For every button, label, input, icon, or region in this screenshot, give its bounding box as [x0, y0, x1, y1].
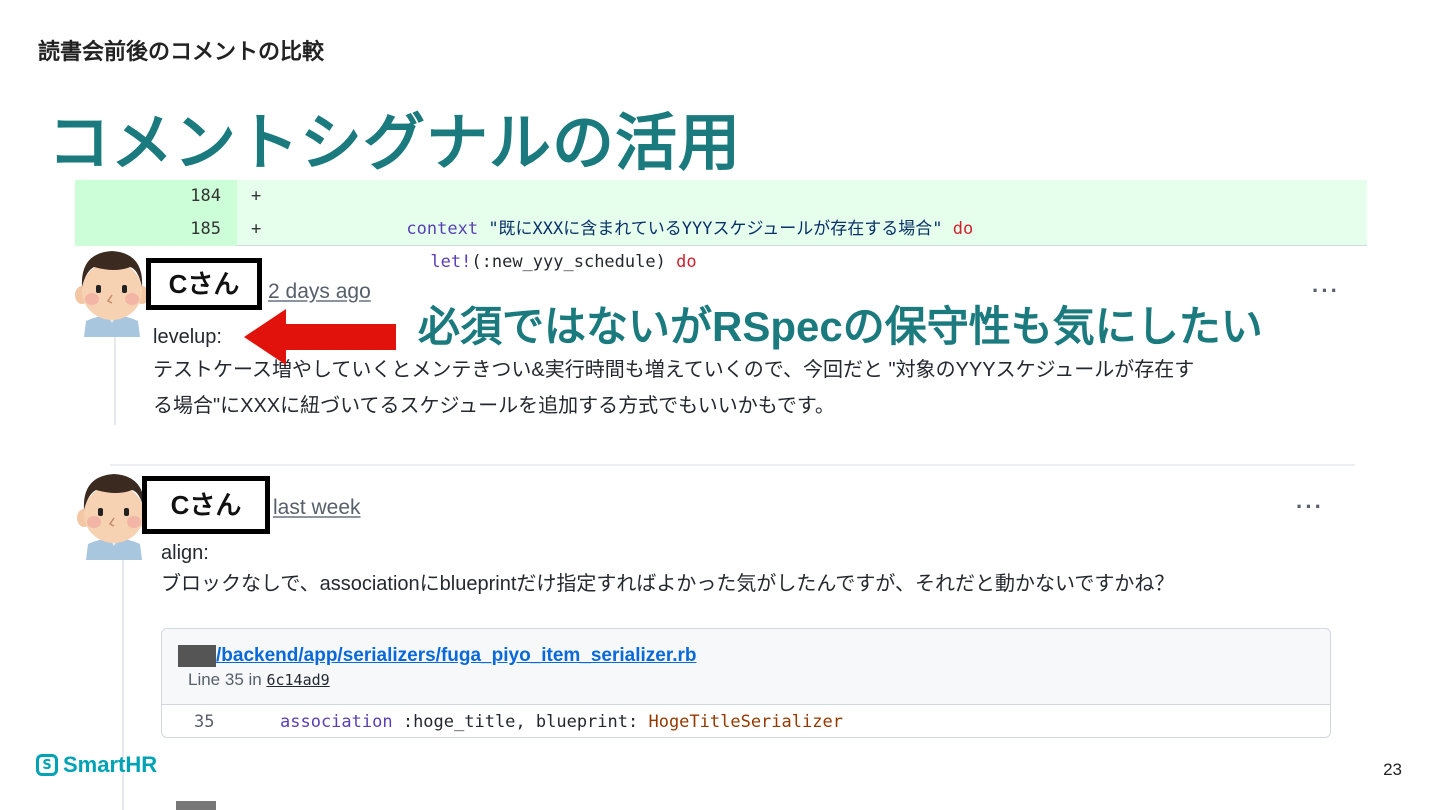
- code-token: (:new_yyy_schedule): [471, 252, 677, 272]
- line-prefix: Line 35 in: [188, 670, 267, 689]
- avatar: [75, 251, 149, 337]
- code-token: let!: [430, 252, 472, 272]
- slide-subtitle: 読書会前後のコメントの比較: [38, 39, 325, 64]
- diff-row: 184 + context "既にXXXに含まれているYYYスケジュールが存在す…: [75, 180, 1367, 239]
- file-code-row: 35 association :hoge_title, blueprint: H…: [162, 706, 1330, 737]
- comment-body-line: ブロックなしで、associationにblueprintだけ指定すればよかった…: [161, 573, 1175, 595]
- callout-text: 必須ではないがRSpecの保守性も気にしたい: [418, 303, 1263, 350]
- commit-sha-link[interactable]: 6c14ad9: [266, 671, 329, 689]
- file-reference-card: /backend/app/serializers/fuga_piyo_item_…: [161, 628, 1331, 738]
- smarthr-logo-icon: S: [36, 754, 58, 776]
- author-name-box: Cさん: [146, 258, 262, 310]
- comment-timestamp[interactable]: 2 days ago: [268, 280, 371, 304]
- code-line: association :hoge_title, blueprint: Hoge…: [280, 706, 843, 737]
- code-token: :hoge_title, blueprint:: [402, 712, 649, 732]
- comment-body-line: る場合"にXXXに紐づいてるスケジュールを追加する方式でもいいかもです。: [153, 395, 835, 417]
- file-reference-header: /backend/app/serializers/fuga_piyo_item_…: [162, 629, 1330, 705]
- cartoon-man-avatar-icon: [75, 251, 149, 337]
- code-token: association: [280, 712, 403, 732]
- comment-label: align:: [161, 542, 209, 564]
- code-line-number: 35: [194, 712, 215, 732]
- diff-row: 185 + let!(:new_yyy_schedule) do: [75, 213, 1367, 272]
- file-path-link[interactable]: /backend/app/serializers/fuga_piyo_item_…: [216, 645, 697, 667]
- diff-block: 184 + context "既にXXXに含まれているYYYスケジュールが存在す…: [75, 180, 1367, 272]
- comment-menu-button[interactable]: ···: [1296, 494, 1324, 520]
- author-name-box: Cさん: [142, 476, 270, 534]
- page-number: 23: [1383, 760, 1402, 779]
- diff-sign: +: [251, 186, 262, 206]
- comment-label: levelup:: [153, 326, 222, 348]
- slide-title: コメントシグナルの活用: [48, 109, 742, 178]
- comment-body: ブロックなしで、associationにblueprintだけ指定すればよかった…: [161, 566, 1341, 602]
- logo-text: SmartHR: [63, 752, 158, 777]
- bottom-redacted-block: [176, 801, 216, 810]
- divider: [110, 464, 1355, 466]
- diff-sign: +: [251, 219, 262, 239]
- file-line-info: Line 35 in 6c14ad9: [188, 670, 330, 690]
- diff-line-number: 184: [75, 180, 237, 213]
- code-token: do: [676, 252, 697, 272]
- diff-line-number: 185: [75, 213, 237, 246]
- comment-timestamp[interactable]: last week: [273, 496, 361, 520]
- comment-menu-button[interactable]: ···: [1312, 278, 1340, 304]
- smarthr-logo: S SmartHR: [36, 752, 157, 778]
- cartoon-man-avatar-icon: [77, 474, 151, 560]
- left-arrow-icon: [244, 309, 396, 365]
- thread-line: [114, 330, 116, 425]
- redacted-block: [178, 645, 216, 667]
- code-token: HogeTitleSerializer: [648, 712, 843, 732]
